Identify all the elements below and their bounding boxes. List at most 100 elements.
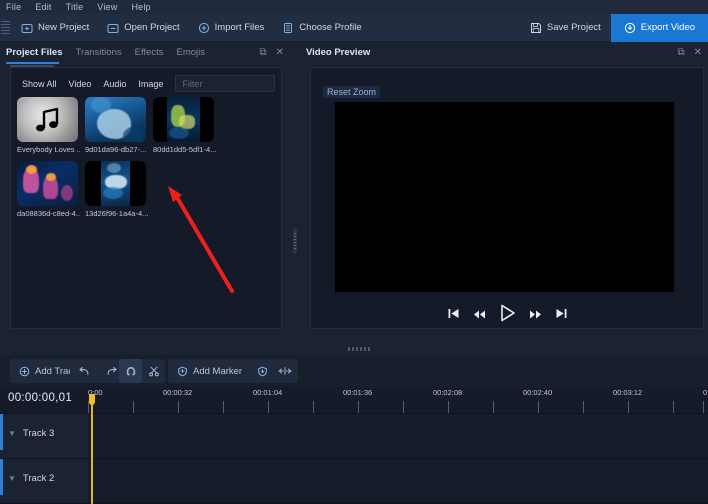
thumbnail-video[interactable] (85, 97, 146, 142)
menu-title[interactable]: Title (66, 2, 84, 12)
filter-video[interactable]: Video (63, 79, 98, 89)
ruler-label: 00:02:08 (433, 388, 463, 397)
video-preview-titlebar: Video Preview ⧉ ✕ (300, 43, 708, 62)
skip-to-start-icon[interactable] (447, 307, 460, 325)
history-group (70, 359, 126, 383)
menu-view[interactable]: View (97, 2, 117, 12)
export-download-icon (624, 22, 635, 33)
play-icon[interactable] (499, 304, 516, 327)
chevron-down-icon[interactable]: ▼ (8, 429, 16, 438)
undo-icon (79, 367, 89, 375)
track-row[interactable]: ▼ Track 3 (0, 414, 708, 459)
project-files-float-icon[interactable]: ⧉ (259, 47, 266, 58)
track-name: Track 3 (22, 428, 55, 439)
project-files-body: Show All Video Audio Image Filter Everyb… (10, 67, 282, 329)
video-editor-window: File Edit Title View Help New Project Op… (0, 0, 708, 504)
playback-controls (311, 304, 703, 327)
track-header[interactable]: ▼ Track 2 (8, 473, 54, 484)
add-marker-button[interactable]: Add Marker (168, 359, 251, 383)
menu-help[interactable]: Help (131, 2, 150, 12)
hsplitter-grip[interactable] (348, 347, 370, 351)
list-item[interactable]: 13d26f96-1a4a-4... (85, 161, 153, 218)
music-note-icon (35, 107, 58, 131)
menu-bar: File Edit Title View Help (0, 0, 708, 14)
import-files-button[interactable]: Import Files (189, 19, 274, 37)
add-track-icon (19, 366, 30, 376)
video-preview-body: Reset Zoom (310, 67, 704, 329)
list-item-name: Everybody Loves ... (17, 145, 80, 154)
track-header[interactable]: ▼ Track 3 (8, 428, 54, 439)
rewind-icon[interactable] (473, 307, 486, 325)
filter-audio[interactable]: Audio (97, 79, 132, 89)
track-lane[interactable] (88, 414, 708, 458)
ruler-label: 00:02:40 (523, 388, 553, 397)
track-lane[interactable] (88, 459, 708, 503)
thumbnail-video[interactable] (85, 161, 146, 206)
new-project-icon (21, 23, 33, 33)
previous-marker-button[interactable] (251, 359, 274, 383)
list-item[interactable]: 9d01da96-db27-... (85, 97, 153, 154)
center-playhead-button[interactable] (272, 359, 298, 383)
toolbar-drag-handle[interactable] (1, 20, 10, 36)
magnet-icon (126, 367, 135, 376)
razor-button[interactable] (142, 359, 165, 383)
choose-profile-button[interactable]: Choose Profile (273, 19, 370, 37)
ruler-ticks: 0:00 00:00:32 00:01:04 00:01:36 00:02:08… (88, 387, 708, 414)
chevron-down-icon[interactable]: ▼ (8, 474, 16, 483)
playhead-handle[interactable] (89, 394, 95, 405)
ruler-label: 00:03:12 (613, 388, 643, 397)
snap-button[interactable] (119, 359, 142, 383)
filter-show-all[interactable]: Show All (17, 79, 63, 89)
project-files-tab-underline (6, 62, 59, 64)
import-files-icon (198, 22, 209, 33)
project-files-titlebar: Project Files Transitions Effects Emojis… (0, 43, 290, 62)
panel-vertical-splitter[interactable] (291, 43, 299, 351)
splitter-handle[interactable] (293, 228, 297, 254)
playhead-timecode: 00:00:00,01 (8, 392, 73, 404)
save-project-button[interactable]: Save Project (520, 16, 611, 40)
thumbnail-video[interactable] (153, 97, 214, 142)
tab-effects[interactable]: Effects (135, 47, 164, 58)
center-playhead-group (272, 359, 298, 383)
timeline-ruler[interactable]: 00:00:00,01 0:00 00:00:32 00:01:04 00:01… (0, 387, 708, 414)
reset-zoom-button[interactable]: Reset Zoom (323, 86, 381, 98)
list-item[interactable]: 80dd1dd5-5df1-4... (153, 97, 221, 154)
choose-profile-label: Choose Profile (299, 22, 362, 33)
edit-tools-group (119, 359, 165, 383)
new-project-button[interactable]: New Project (12, 19, 98, 37)
video-preview-canvas[interactable] (335, 102, 674, 292)
track-name: Track 2 (22, 473, 55, 484)
ruler-label: 00:01:36 (343, 388, 373, 397)
undo-button[interactable] (70, 359, 98, 383)
skip-to-end-icon[interactable] (555, 307, 568, 325)
list-item-name: 13d26f96-1a4a-4... (85, 209, 148, 218)
menu-file[interactable]: File (6, 2, 21, 12)
fast-forward-icon[interactable] (529, 307, 542, 325)
add-marker-label: Add Marker (193, 365, 243, 377)
import-files-label: Import Files (214, 22, 265, 33)
project-files-panel: Project Files Transitions Effects Emojis… (0, 43, 290, 351)
choose-profile-icon (284, 22, 293, 33)
filter-input[interactable]: Filter (175, 75, 275, 92)
filter-image[interactable]: Image (132, 79, 169, 89)
video-preview-title: Video Preview (306, 47, 371, 58)
video-preview-close-icon[interactable]: ✕ (694, 47, 702, 58)
export-video-button[interactable]: Export Video (610, 13, 708, 42)
open-project-button[interactable]: Open Project (98, 19, 188, 37)
thumbnail-video[interactable] (17, 161, 78, 206)
thumbnail-audio[interactable] (17, 97, 78, 142)
menu-edit[interactable]: Edit (35, 2, 51, 12)
track-row[interactable]: ▼ Track 2 (0, 459, 708, 504)
list-item[interactable]: Everybody Loves ... (17, 97, 85, 154)
tab-emojis[interactable]: Emojis (176, 47, 205, 58)
playhead-line[interactable] (91, 395, 93, 504)
open-project-label: Open Project (124, 22, 180, 33)
list-item[interactable]: da08836d-c8ed-4... (17, 161, 85, 218)
video-preview-float-icon[interactable]: ⧉ (677, 47, 684, 58)
tab-transitions[interactable]: Transitions (76, 47, 122, 58)
project-files-close-icon[interactable]: ✕ (276, 47, 284, 58)
export-video-label: Export Video (640, 22, 695, 33)
video-preview-panel: Video Preview ⧉ ✕ Reset Zoom (300, 43, 708, 351)
ruler-label: 00:01:04 (253, 388, 283, 397)
timeline-horizontal-splitter[interactable] (300, 345, 708, 353)
